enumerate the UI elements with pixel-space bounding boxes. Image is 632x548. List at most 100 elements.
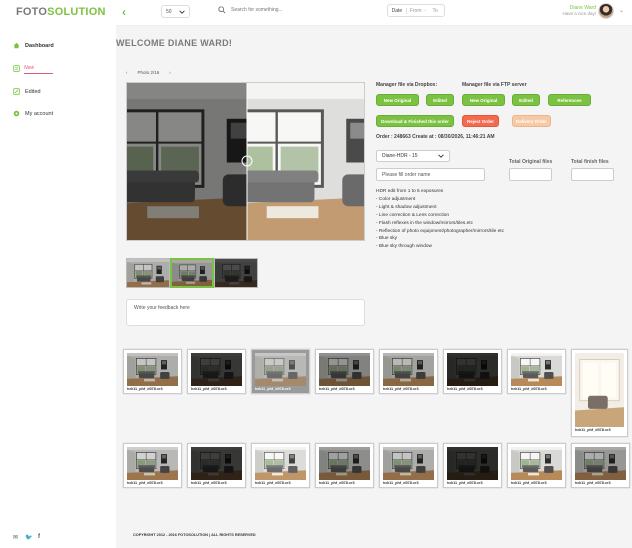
total-finish-field[interactable] — [571, 168, 614, 181]
search-input[interactable]: Search for something... — [231, 7, 283, 13]
reject-order-button[interactable]: Reject Order — [462, 115, 499, 127]
compare-image[interactable] — [126, 82, 365, 241]
photo-navigator: ‹ Photo 2/16 › — [126, 70, 171, 75]
delivery-order-button[interactable]: Delivery Order — [512, 115, 551, 127]
file-name: hdr11_phf_d078.cr3 — [511, 481, 547, 485]
order-name-input[interactable]: Please fill order name — [376, 168, 485, 181]
inbox-icon — [13, 65, 20, 72]
order-info: Order : 248663 Create at : 08/30/2026, 1… — [376, 134, 495, 140]
file-card[interactable]: hdr11_phf_d078.cr3 — [187, 349, 246, 394]
description-line: - Blue sky — [376, 236, 398, 242]
chevron-down-icon[interactable]: ⌄ — [619, 7, 624, 14]
before-after-photo — [127, 83, 364, 240]
total-original-field[interactable] — [509, 168, 552, 181]
brand-part2: SOLUTION — [47, 6, 106, 18]
skype-icon[interactable]: ✉ — [13, 534, 18, 541]
home-icon — [13, 42, 20, 49]
user-greeting: Have a nice day! — [562, 11, 596, 16]
main-content: WELCOME DIANE WARD! ‹ Photo 2/16 › Write… — [116, 26, 632, 548]
file-name: hdr11_phf_d078.cr3 — [127, 387, 163, 391]
edited-ftp-button[interactable]: Edited — [512, 94, 540, 106]
date-label: Date — [388, 7, 407, 14]
edited-dropbox-button[interactable]: Edited — [426, 94, 454, 106]
topbar: ‹ 50 Search for something... Date From -… — [116, 0, 632, 26]
file-card[interactable]: hdr11_phf_d078.cr3 — [187, 443, 246, 488]
file-card[interactable]: hdr11_phf_d078.cr3 — [315, 349, 374, 394]
date-to[interactable]: To — [426, 8, 444, 14]
file-name: hdr11_phf_d078.cr3 — [447, 481, 483, 485]
file-card[interactable]: hdr11_phf_d078.cr3 — [251, 349, 310, 394]
file-name: hdr11_phf_d078.cr3 — [575, 481, 611, 485]
sidebar-item-new[interactable]: New — [24, 65, 34, 71]
date-range-picker[interactable]: Date From - To — [387, 4, 445, 17]
twitter-icon[interactable]: 🐦 — [25, 534, 32, 541]
file-card[interactable]: hdr11_phf_d078.cr3 — [251, 443, 310, 488]
ftp-title: Manager file via FTP server — [462, 82, 527, 88]
file-card[interactable]: hdr11_phf_d078.cr3 — [443, 349, 502, 394]
file-name: hdr11_phf_d078.cr3 — [383, 387, 419, 391]
total-finish-label: Total finish files — [571, 159, 609, 165]
file-card[interactable]: hdr11_phf_d078.cr3 — [123, 443, 182, 488]
file-name: hdr11_phf_d078.cr3 — [191, 481, 227, 485]
thumbnail[interactable] — [126, 258, 170, 288]
user-info[interactable]: Diane Ward Have a nice day! — [562, 5, 596, 16]
sidebar-item-my-account[interactable]: My account — [13, 110, 53, 117]
nav-underline — [24, 73, 53, 74]
avatar[interactable] — [598, 3, 614, 19]
sidebar-item-edited[interactable]: Edited — [13, 88, 41, 95]
file-grid-row-1: hdr11_phf_d078.cr3 hdr11_phf_d078.cr3 hd… — [123, 349, 628, 437]
references-button[interactable]: References — [548, 94, 591, 106]
page-size-select[interactable]: 50 — [161, 5, 190, 18]
file-card[interactable]: hdr11_phf_d078.cr3 — [315, 443, 374, 488]
page-title: WELCOME DIANE WARD! — [116, 38, 233, 48]
back-icon[interactable]: ‹ — [122, 5, 126, 19]
file-card[interactable]: hdr11_phf_d078.cr3 — [379, 349, 438, 394]
hdr-preset-select[interactable]: Diane-HDR - 15 — [376, 150, 450, 162]
download-finish-button[interactable]: Download & Finished this order — [376, 115, 454, 127]
file-card[interactable]: hdr11_phf_d078.cr3 — [571, 443, 630, 488]
file-card[interactable]: hdr11_phf_d078.cr3 — [571, 349, 628, 437]
brand-logo[interactable]: FOTOSOLUTION — [16, 6, 106, 18]
file-name: hdr11_phf_d078.cr3 — [319, 481, 355, 485]
thumbnail[interactable] — [214, 258, 258, 288]
sidebar-item-new-icon[interactable] — [13, 65, 20, 72]
description-line: - Line correction & Lens correction — [376, 212, 450, 218]
description-line: HDR edit from 1 to 5 exposures — [376, 189, 444, 194]
description-line: - Light & shadow adjustment — [376, 204, 437, 210]
facebook-icon[interactable]: f — [38, 534, 40, 540]
file-name: hdr11_phf_d078.cr3 — [255, 481, 291, 485]
next-photo-icon[interactable]: › — [169, 70, 171, 75]
date-from[interactable]: From — [407, 8, 425, 14]
file-name: hdr11_phf_d078.cr3 — [447, 387, 483, 391]
file-card[interactable]: hdr11_phf_d078.cr3 — [123, 349, 182, 394]
gear-icon — [13, 110, 20, 117]
file-card[interactable]: hdr11_phf_d078.cr3 — [507, 443, 566, 488]
file-name: hdr11_phf_d078.cr3 — [191, 387, 227, 391]
page-size-value: 50 — [166, 8, 172, 15]
feedback-input[interactable]: Write your feedback here — [126, 299, 365, 326]
sidebar: FOTOSOLUTION Dashboard New Edited My acc… — [0, 0, 116, 548]
photo-counter: Photo 2/16 — [137, 70, 160, 75]
file-name: hdr11_phf_d078.cr3 — [255, 387, 291, 391]
new-original-dropbox-button[interactable]: New Original — [376, 94, 419, 106]
description-line: - Blue sky through window — [376, 244, 432, 250]
file-card[interactable]: hdr11_phf_d078.cr3 — [507, 349, 566, 394]
file-name: hdr11_phf_d078.cr3 — [319, 387, 355, 391]
file-card[interactable]: hdr11_phf_d078.cr3 — [443, 443, 502, 488]
search-icon — [218, 6, 226, 14]
dropbox-title: Manager file via Dropbox: — [376, 82, 438, 88]
file-name: hdr11_phf_d078.cr3 — [127, 481, 163, 485]
file-card[interactable]: hdr11_phf_d078.cr3 — [379, 443, 438, 488]
description-line: - Color adjustment — [376, 196, 416, 202]
total-original-label: Total Original files — [509, 159, 553, 165]
file-grid-row-2: hdr11_phf_d078.cr3 hdr11_phf_d078.cr3 hd… — [123, 443, 630, 488]
sidebar-item-dashboard[interactable]: Dashboard — [13, 42, 54, 49]
search-bar[interactable]: Search for something... — [218, 6, 283, 14]
description-line: - Flash reflexes in the window/mirrors/t… — [376, 220, 474, 226]
prev-photo-icon[interactable]: ‹ — [126, 70, 128, 75]
new-original-ftp-button[interactable]: New Original — [462, 94, 505, 106]
description-line: - Reflection of photo equipment/photogra… — [376, 228, 504, 234]
hdr-preset-value: Diane-HDR - 15 — [382, 153, 418, 159]
footer-copyright: COPYRIGHT 2012 - 2016 FOTOSOLUTION | ALL… — [133, 533, 256, 537]
thumbnail[interactable] — [170, 258, 214, 288]
